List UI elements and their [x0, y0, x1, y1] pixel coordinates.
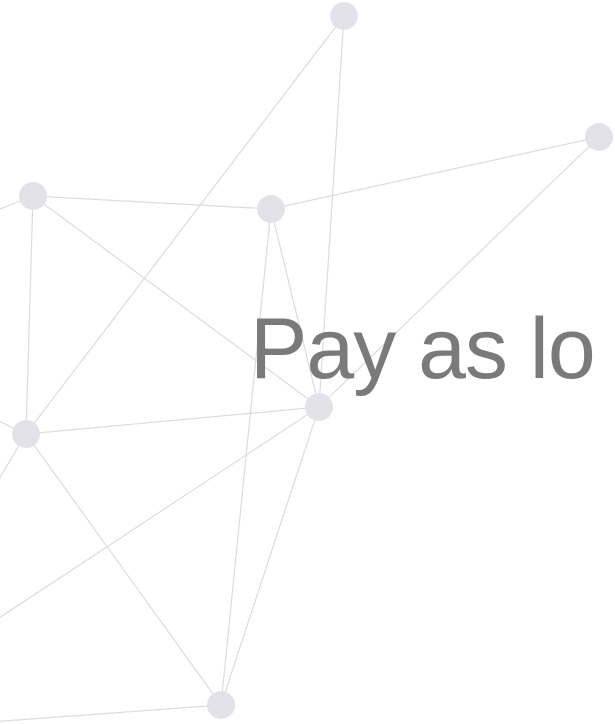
network-edge — [25, 195, 34, 435]
network-edge — [0, 406, 320, 619]
network-node — [207, 691, 235, 719]
network-edge — [270, 136, 600, 210]
network-node — [257, 195, 285, 223]
network-edge — [32, 195, 272, 210]
network-edge — [0, 704, 222, 722]
network-edge — [25, 433, 222, 706]
headline: Pay as lo — [250, 301, 596, 397]
network-edge — [25, 406, 320, 435]
network-node — [19, 182, 47, 210]
network-node — [330, 2, 358, 30]
page: Pay as lo — [0, 0, 615, 724]
network-node — [585, 123, 613, 151]
network-node — [12, 420, 40, 448]
network-node — [305, 393, 333, 421]
